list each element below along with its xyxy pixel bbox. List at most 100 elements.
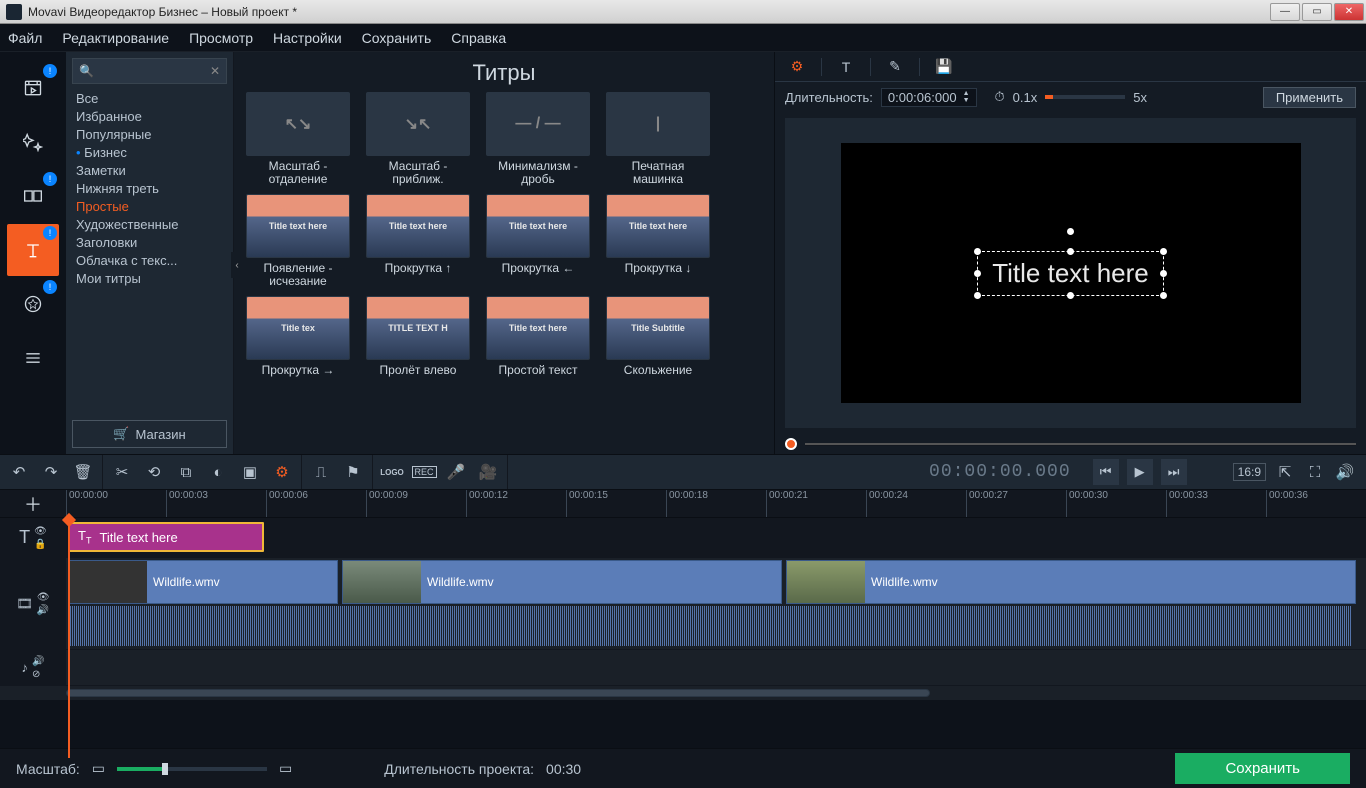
menu-edit[interactable]: Редактирование: [62, 30, 169, 46]
speaker-icon[interactable]: 🔊: [32, 656, 44, 667]
search-input[interactable]: 🔍 ✕: [72, 58, 227, 84]
tool-stickers[interactable]: !: [7, 278, 59, 330]
zoom-out-icon[interactable]: ▭: [92, 760, 105, 777]
category-my[interactable]: Мои титры: [76, 270, 223, 288]
title-preset[interactable]: Title text hereПростой текст: [486, 296, 590, 390]
title-text-box[interactable]: Title text here: [977, 251, 1164, 296]
zoom-slider[interactable]: [117, 767, 267, 771]
timeline-scrollbar[interactable]: [0, 686, 1366, 700]
marker-button[interactable]: ⚑: [342, 461, 364, 483]
category-fav[interactable]: Избранное: [76, 108, 223, 126]
title-clip[interactable]: TT Title text here: [68, 522, 264, 552]
audio-track-head[interactable]: ♪ 🔊⊘: [0, 650, 66, 685]
speaker-icon[interactable]: 🔊: [37, 605, 50, 616]
tool-titles[interactable]: !: [7, 224, 59, 276]
menu-help[interactable]: Справка: [451, 30, 506, 46]
clip-properties-button[interactable]: ⚙: [785, 55, 809, 79]
title-track-head[interactable]: T 👁🔒: [0, 518, 66, 557]
window-minimize-button[interactable]: —: [1270, 3, 1300, 21]
speed-slider[interactable]: [1045, 95, 1125, 99]
menu-settings[interactable]: Настройки: [273, 30, 342, 46]
redo-button[interactable]: ↷: [40, 461, 62, 483]
title-preset[interactable]: Title SubtitleСкольжение: [606, 296, 710, 390]
delete-button[interactable]: 🗑: [72, 461, 94, 483]
title-preset[interactable]: — / —Минимализм - дробь: [486, 92, 590, 186]
record-video-button[interactable]: REC: [413, 461, 435, 483]
color-adjust-button[interactable]: ◐: [207, 461, 229, 483]
title-preset[interactable]: Title texПрокрутка →: [246, 296, 350, 390]
tool-media[interactable]: !: [7, 62, 59, 114]
resize-handle[interactable]: [1067, 248, 1074, 255]
playhead[interactable]: [68, 518, 70, 758]
resize-handle[interactable]: [1160, 292, 1167, 299]
prev-frame-button[interactable]: ⏮: [1093, 459, 1119, 485]
category-headings[interactable]: Заголовки: [76, 234, 223, 252]
apply-button[interactable]: Применить: [1263, 87, 1356, 108]
transition-wizard-button[interactable]: ▣: [239, 461, 261, 483]
save-button[interactable]: Сохранить: [1175, 753, 1350, 784]
category-lower-third[interactable]: Нижняя треть: [76, 180, 223, 198]
resize-handle[interactable]: [1160, 270, 1167, 277]
detach-preview-button[interactable]: ⇱: [1274, 461, 1296, 483]
video-clip[interactable]: Wildlife.wmv: [68, 560, 338, 604]
window-maximize-button[interactable]: ▭: [1302, 3, 1332, 21]
category-notes[interactable]: Заметки: [76, 162, 223, 180]
cut-button[interactable]: ✂: [111, 461, 133, 483]
equalizer-button[interactable]: ⎍: [310, 461, 332, 483]
rotate-button[interactable]: ⟲: [143, 461, 165, 483]
title-preset[interactable]: TITLE TEXT HПролёт влево: [366, 296, 470, 390]
category-artistic[interactable]: Художественные: [76, 216, 223, 234]
lock-icon[interactable]: 🔒: [34, 539, 47, 550]
category-business[interactable]: Бизнес: [76, 144, 223, 162]
resize-handle[interactable]: [1067, 292, 1074, 299]
text-properties-button[interactable]: T: [834, 55, 858, 79]
rotate-handle[interactable]: [1067, 228, 1074, 235]
category-all[interactable]: Все: [76, 90, 223, 108]
window-close-button[interactable]: ✕: [1334, 3, 1364, 21]
category-popular[interactable]: Популярные: [76, 126, 223, 144]
record-audio-button[interactable]: 🎤: [445, 461, 467, 483]
add-track-button[interactable]: ＋: [0, 490, 66, 517]
duration-input[interactable]: 0:00:06:000 ▲▼: [881, 88, 977, 107]
video-clip[interactable]: Wildlife.wmv: [342, 560, 782, 604]
tool-more[interactable]: [7, 332, 59, 384]
clip-properties-button[interactable]: ⚙: [271, 461, 293, 483]
preview-video[interactable]: Title text here: [841, 143, 1301, 403]
video-track-lane[interactable]: Wildlife.wmvWildlife.wmvWildlife.wmv: [66, 558, 1366, 649]
menu-save[interactable]: Сохранить: [362, 30, 432, 46]
clear-search-icon[interactable]: ✕: [210, 64, 220, 78]
menu-view[interactable]: Просмотр: [189, 30, 253, 46]
eye-icon[interactable]: 👁: [37, 592, 50, 603]
shop-button[interactable]: 🛒 Магазин: [72, 420, 227, 448]
preview-seek-track[interactable]: [805, 443, 1356, 446]
video-clip[interactable]: Wildlife.wmv: [786, 560, 1356, 604]
logo-button[interactable]: LOGO: [381, 461, 403, 483]
playhead-dot[interactable]: [785, 438, 797, 450]
link-icon[interactable]: ⊘: [32, 669, 44, 680]
zoom-in-icon[interactable]: ▭: [279, 760, 292, 777]
resize-handle[interactable]: [1160, 248, 1167, 255]
scrollbar-thumb[interactable]: [66, 689, 930, 697]
timeline-ruler[interactable]: ＋ 00:00:0000:00:0300:00:0600:00:0900:00:…: [0, 490, 1366, 518]
ruler-ticks[interactable]: 00:00:0000:00:0300:00:0600:00:0900:00:12…: [66, 490, 1366, 517]
tool-transitions[interactable]: !: [7, 170, 59, 222]
audio-track-lane[interactable]: [66, 650, 1366, 685]
volume-button[interactable]: 🔊: [1334, 461, 1356, 483]
tool-filters[interactable]: [7, 116, 59, 168]
next-frame-button[interactable]: ⏭: [1161, 459, 1187, 485]
title-preset[interactable]: Title text hereПрокрутка ←: [486, 194, 590, 288]
title-preset[interactable]: |Печатная машинка: [606, 92, 710, 186]
color-properties-button[interactable]: ✎: [883, 55, 907, 79]
resize-handle[interactable]: [974, 292, 981, 299]
resize-handle[interactable]: [974, 248, 981, 255]
collapse-panel-button[interactable]: ‹: [231, 252, 243, 278]
title-preset[interactable]: Title text hereПрокрутка ↑: [366, 194, 470, 288]
spinner-arrows-icon[interactable]: ▲▼: [963, 90, 970, 104]
title-preset[interactable]: ↖↘Масштаб - отдаление: [246, 92, 350, 186]
menu-file[interactable]: Файл: [8, 30, 42, 46]
category-callouts[interactable]: Облачка с текс...: [76, 252, 223, 270]
crop-button[interactable]: ⧉: [175, 461, 197, 483]
undo-button[interactable]: ↶: [8, 461, 30, 483]
video-track-head[interactable]: 🎞 👁🔊: [0, 558, 66, 649]
category-simple[interactable]: Простые: [76, 198, 223, 216]
